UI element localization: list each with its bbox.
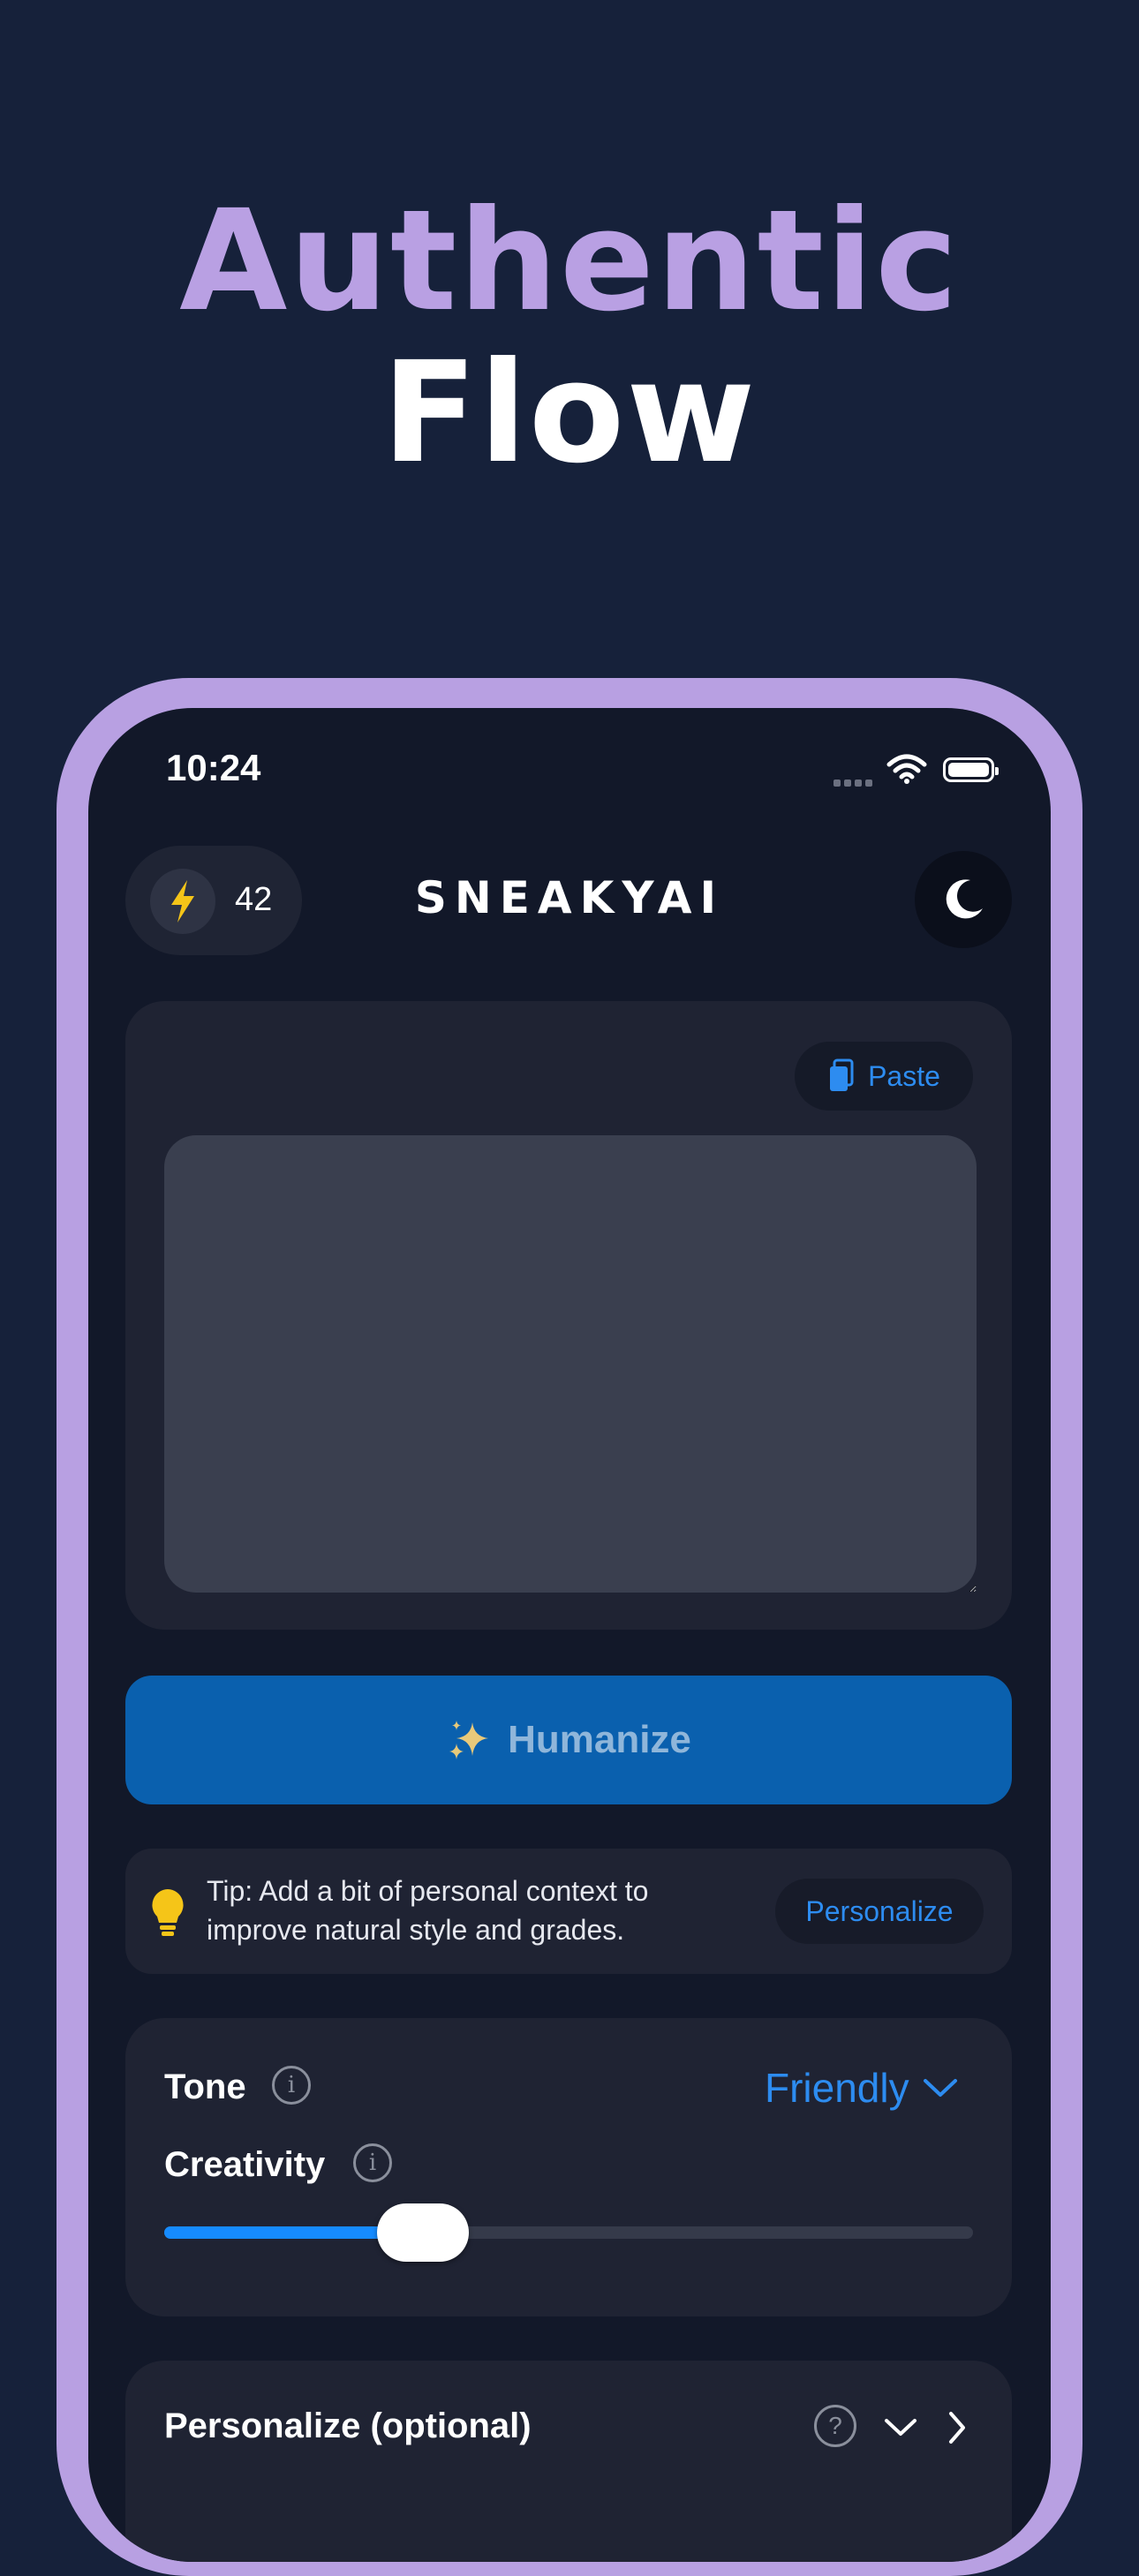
paste-label: Paste: [868, 1059, 940, 1092]
phone-screen: 10:24 42 SNEAKYAI Paste Humanize Tip: Ad…: [88, 708, 1051, 2562]
creativity-slider-thumb[interactable]: [377, 2203, 470, 2262]
theme-toggle-button[interactable]: [915, 851, 1012, 948]
lightbulb-icon: [150, 1887, 185, 1943]
battery-icon: [943, 757, 999, 782]
status-time: 10:24: [166, 747, 261, 788]
sparkles-icon: [449, 1721, 489, 1759]
personalize-tip-button[interactable]: Personalize: [775, 1879, 984, 1944]
tip-text: Tip: Add a bit of personal context to im…: [207, 1875, 649, 1946]
input-card: Paste: [125, 1001, 1012, 1630]
tone-value: Friendly: [765, 2065, 909, 2111]
hero-line-1: Authentic: [179, 180, 960, 343]
creativity-label: Creativity: [164, 2145, 326, 2184]
settings-card: Tone i Friendly Creativity i: [125, 2018, 1012, 2316]
tone-label: Tone: [164, 2068, 246, 2106]
hero-headline: Authentic Flow: [0, 185, 1139, 489]
chevron-down-icon: [923, 2079, 957, 2097]
tone-dropdown[interactable]: Friendly: [765, 2064, 959, 2112]
help-icon[interactable]: ?: [814, 2405, 856, 2447]
tip-card: Tip: Add a bit of personal context to im…: [125, 1849, 1012, 1974]
personalize-title: Personalize (optional): [164, 2407, 532, 2445]
chevron-right-icon[interactable]: [947, 2410, 968, 2445]
paste-button[interactable]: Paste: [795, 1042, 973, 1111]
app-logo: SNEAKYAI: [414, 872, 725, 923]
moon-icon: [946, 879, 983, 919]
humanize-label: Humanize: [508, 1718, 691, 1761]
creativity-info-icon[interactable]: i: [353, 2143, 392, 2182]
text-input[interactable]: [164, 1135, 977, 1593]
clipboard-icon: [830, 1058, 854, 1091]
humanize-button[interactable]: Humanize: [125, 1676, 1012, 1804]
creativity-slider-track[interactable]: [164, 2226, 973, 2239]
tone-info-icon[interactable]: i: [272, 2066, 311, 2105]
hero-line-2: Flow: [381, 332, 758, 494]
chevron-down-icon[interactable]: [883, 2417, 918, 2438]
cellular-signal-icon: [834, 775, 876, 791]
personalize-card[interactable]: Personalize (optional) ?: [125, 2361, 1012, 2562]
wifi-icon: [886, 754, 927, 788]
